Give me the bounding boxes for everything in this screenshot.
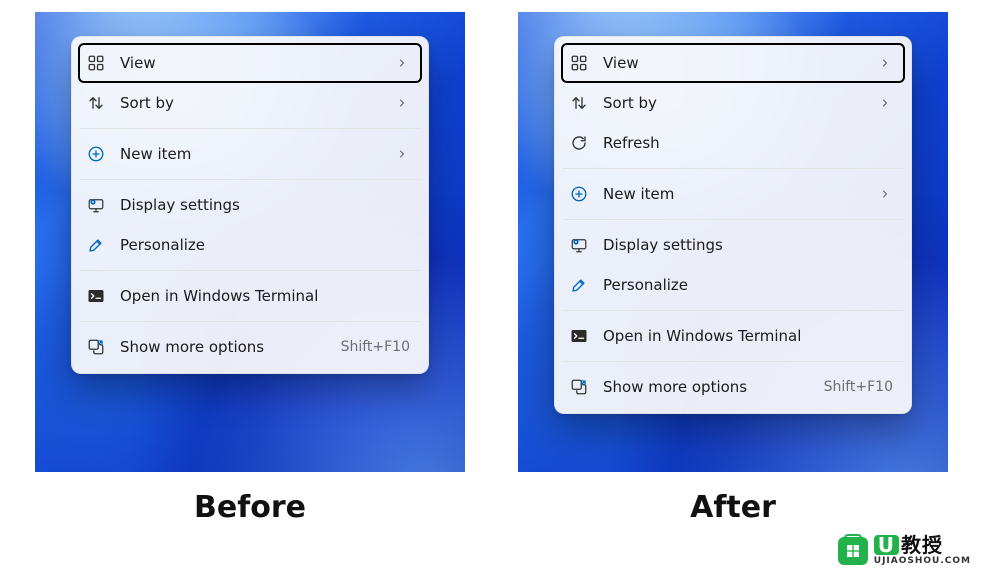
chevron-right-icon (394, 148, 410, 160)
grid-icon (86, 53, 106, 73)
watermark-sub: UJIAOSHOU.COM (874, 557, 971, 566)
menu-item-accelerator: Shift+F10 (341, 339, 410, 355)
context-menu-before: View Sort by New item Display settings Perso… (71, 36, 429, 374)
more-icon (569, 377, 589, 397)
sort-icon (569, 93, 589, 113)
chevron-right-icon (877, 188, 893, 200)
caption-after: After (518, 490, 948, 525)
menu-item-personal[interactable]: Personalize (78, 225, 422, 265)
chevron-right-icon (394, 97, 410, 109)
before-panel: View Sort by New item Display settings Perso… (35, 12, 465, 472)
monitor-gear-icon (86, 195, 106, 215)
menu-item-label: Show more options (603, 378, 814, 396)
menu-item-label: New item (603, 185, 877, 203)
more-icon (86, 337, 106, 357)
menu-item-label: Sort by (603, 94, 877, 112)
comparison-stage: View Sort by New item Display settings Perso… (0, 0, 983, 574)
chevron-right-icon (877, 57, 893, 69)
menu-item-label: Personalize (120, 236, 410, 254)
watermark-text: U 教授 UJIAOSHOU.COM (874, 535, 971, 566)
menu-separator (563, 361, 903, 362)
menu-item-label: View (120, 54, 394, 72)
menu-item-label: Show more options (120, 338, 331, 356)
watermark-main-prefix: U (874, 535, 899, 555)
menu-item-view[interactable]: View (78, 43, 422, 83)
menu-item-newitem[interactable]: New item (561, 174, 905, 214)
menu-item-label: Refresh (603, 134, 893, 152)
menu-item-label: Display settings (120, 196, 410, 214)
menu-item-label: Sort by (120, 94, 394, 112)
menu-item-sortby[interactable]: Sort by (561, 83, 905, 123)
menu-item-newitem[interactable]: New item (78, 134, 422, 174)
plus-circle-icon (569, 184, 589, 204)
plus-circle-icon (86, 144, 106, 164)
menu-item-accelerator: Shift+F10 (824, 379, 893, 395)
grid-icon (569, 53, 589, 73)
menu-item-more[interactable]: Show more options Shift+F10 (78, 327, 422, 367)
chevron-right-icon (877, 97, 893, 109)
menu-item-label: Open in Windows Terminal (120, 287, 410, 305)
brush-icon (569, 275, 589, 295)
chevron-right-icon (394, 57, 410, 69)
menu-item-terminal[interactable]: Open in Windows Terminal (561, 316, 905, 356)
menu-item-label: Open in Windows Terminal (603, 327, 893, 345)
watermark-badge-icon (838, 537, 868, 565)
menu-separator (80, 128, 420, 129)
menu-item-view[interactable]: View (561, 43, 905, 83)
menu-item-more[interactable]: Show more options Shift+F10 (561, 367, 905, 407)
watermark-main-rest: 教授 (901, 535, 943, 555)
terminal-icon (569, 326, 589, 346)
after-panel: View Sort by Refresh New item Display settin… (518, 12, 948, 472)
menu-item-display[interactable]: Display settings (561, 225, 905, 265)
menu-separator (80, 179, 420, 180)
monitor-gear-icon (569, 235, 589, 255)
menu-item-refresh[interactable]: Refresh (561, 123, 905, 163)
menu-item-label: New item (120, 145, 394, 163)
menu-item-personal[interactable]: Personalize (561, 265, 905, 305)
menu-separator (80, 321, 420, 322)
brush-icon (86, 235, 106, 255)
watermark: U 教授 UJIAOSHOU.COM (838, 535, 971, 566)
context-menu-after: View Sort by Refresh New item Display settin… (554, 36, 912, 414)
terminal-icon (86, 286, 106, 306)
menu-item-label: Personalize (603, 276, 893, 294)
menu-item-label: View (603, 54, 877, 72)
refresh-icon (569, 133, 589, 153)
menu-separator (563, 310, 903, 311)
sort-icon (86, 93, 106, 113)
menu-separator (563, 168, 903, 169)
caption-before: Before (35, 490, 465, 525)
menu-item-label: Display settings (603, 236, 893, 254)
menu-separator (563, 219, 903, 220)
menu-item-display[interactable]: Display settings (78, 185, 422, 225)
menu-item-sortby[interactable]: Sort by (78, 83, 422, 123)
menu-separator (80, 270, 420, 271)
menu-item-terminal[interactable]: Open in Windows Terminal (78, 276, 422, 316)
